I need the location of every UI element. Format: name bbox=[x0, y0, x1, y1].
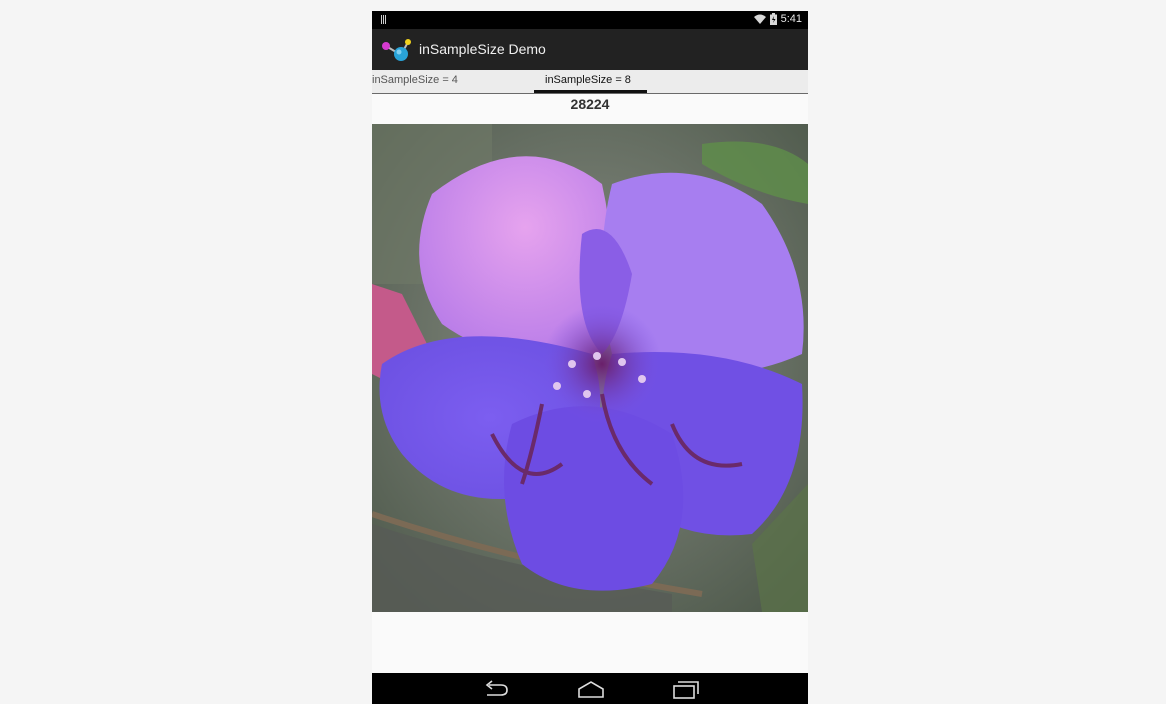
status-bar: 5:41 bbox=[372, 11, 808, 29]
phone-screen: 5:41 inSampleSize Demo inSampleSize = 4 … bbox=[372, 11, 808, 704]
byte-count: 28224 bbox=[570, 96, 610, 112]
status-right: 5:41 bbox=[753, 13, 802, 25]
tab-indicator bbox=[534, 90, 647, 93]
navigation-bar bbox=[372, 673, 808, 704]
home-icon[interactable] bbox=[576, 678, 606, 700]
app-title: inSampleSize Demo bbox=[419, 41, 546, 57]
recents-icon[interactable] bbox=[670, 678, 700, 700]
wifi-icon bbox=[753, 14, 766, 24]
action-bar: inSampleSize Demo bbox=[372, 29, 808, 70]
clock: 5:41 bbox=[780, 13, 802, 25]
flower-image bbox=[372, 124, 808, 612]
flower-photo bbox=[372, 124, 808, 612]
tab-strip: inSampleSize = 4 inSampleSize = 8 bbox=[372, 70, 808, 94]
battery-icon bbox=[769, 13, 777, 25]
notification-icon bbox=[381, 15, 387, 24]
tab-insamplesize-4[interactable]: inSampleSize = 4 bbox=[372, 74, 458, 86]
tab-insamplesize-8[interactable]: inSampleSize = 8 bbox=[545, 74, 631, 86]
back-icon[interactable] bbox=[481, 678, 511, 700]
app-icon[interactable] bbox=[381, 38, 411, 62]
